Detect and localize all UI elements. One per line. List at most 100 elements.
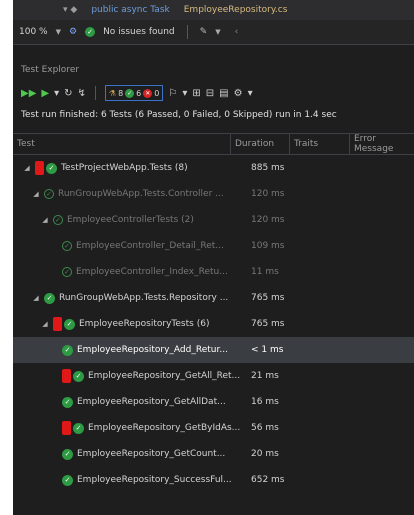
zoom-level[interactable]: 100 % — [19, 27, 48, 37]
left-margin — [0, 0, 13, 515]
test-name: EmployeeControllerTests (2) — [67, 215, 194, 225]
not-run-status-icon: ✓ — [62, 241, 72, 251]
test-tree-row-name: ◢ ✓ EmployeeRepositoryTests (6) — [13, 317, 209, 331]
test-tree-row[interactable]: ◢ ✓ EmployeeRepositoryTests (6) 765 ms — [13, 311, 414, 337]
test-tree-row[interactable]: ◢ ✓ EmployeeControllerTests (2) 120 ms — [13, 207, 414, 233]
test-tree-row-name: ◢ ✓ EmployeeControllerTests (2) — [13, 215, 194, 225]
passed-status-icon: ✓ — [62, 344, 73, 356]
not-run-status-icon: ✓ — [44, 189, 54, 199]
test-name: EmployeeRepository_GetAllDat... — [77, 397, 226, 407]
brush-dropdown-icon[interactable]: ▼ — [215, 28, 220, 36]
test-duration: 11 ms — [251, 267, 279, 277]
collapse-all-icon[interactable]: ⊟ — [206, 88, 214, 99]
total-tests-count[interactable]: 8 — [118, 89, 123, 98]
test-name: EmployeeController_Index_Retu... — [76, 267, 228, 277]
test-table-header: Test Duration Traits Error Message — [13, 133, 414, 155]
expand-arrow-icon[interactable]: ◢ — [41, 216, 49, 224]
test-explorer-toolbar: ▶▶ ▶ ▾ ↻ ↯ ⚗ 8 ✓ 6 ✕ 0 ⚐ ▾ ⊞ ⊟ ▤ ⚙ ▾ — [13, 81, 414, 105]
test-tree-row[interactable]: ◢ ✓ TestProjectWebApp.Tests (8) 885 ms — [13, 155, 414, 181]
scroll-left-icon[interactable]: ‹ — [235, 27, 239, 37]
settings-icon[interactable]: ⚙ — [234, 88, 243, 99]
expand-arrow-icon[interactable]: ◢ — [32, 294, 40, 302]
not-run-status-icon: ✓ — [53, 215, 63, 225]
no-issues-icon[interactable]: ✓ — [85, 27, 96, 37]
test-duration: 765 ms — [251, 293, 285, 303]
test-tree-row-name: ✓ EmployeeRepository_GetAllDat... — [13, 396, 226, 408]
test-explorer-title: Test Explorer — [21, 65, 80, 75]
expand-arrow-icon[interactable]: ◢ — [41, 320, 49, 328]
test-name: EmployeeController_Detail_Ret... — [76, 241, 224, 251]
divider — [94, 86, 96, 100]
expand-arrow-icon[interactable]: ◢ — [32, 190, 40, 198]
test-duration: 21 ms — [251, 371, 279, 381]
test-tree-row-name: ✓ EmployeeRepository_SuccessFul... — [13, 474, 232, 486]
test-tree-row[interactable]: ✓ EmployeeRepository_GetAll_Ret... 21 ms — [13, 363, 414, 389]
test-tree-row[interactable]: ✓ EmployeeController_Detail_Ret... 109 ms — [13, 233, 414, 259]
red-annotation-mark — [53, 317, 62, 331]
zoom-dropdown-icon[interactable]: ▼ — [56, 28, 61, 36]
total-tests-icon[interactable]: ⚗ — [109, 89, 116, 98]
passed-status-icon: ✓ — [62, 396, 73, 408]
test-duration: 652 ms — [251, 475, 285, 485]
test-tree-row[interactable]: ✓ EmployeeRepository_GetAllDat... 16 ms — [13, 389, 414, 415]
debug-icon[interactable]: ↯ — [78, 88, 86, 99]
passed-status-icon: ✓ — [73, 370, 84, 382]
divider — [186, 25, 188, 39]
run-dropdown-icon[interactable]: ▾ — [54, 88, 59, 99]
overflow-icon[interactable]: ▾ ◆ — [63, 5, 77, 15]
column-header-error-message[interactable]: Error Message — [350, 134, 414, 154]
test-tree-row[interactable]: ◢ ✓ RunGroupWebApp.Tests.Repository ... 765… — [13, 285, 414, 311]
test-tree-row[interactable]: ✓ EmployeeController_Index_Retu... 11 ms — [13, 259, 414, 285]
test-tree-row[interactable]: ✓ EmployeeRepository_Add_Retur... < 1 ms — [13, 337, 414, 363]
column-header-test[interactable]: Test — [13, 134, 231, 154]
test-name: EmployeeRepository_Add_Retur... — [77, 345, 228, 355]
test-duration: 120 ms — [251, 215, 285, 225]
passed-status-icon: ✓ — [62, 448, 73, 460]
test-tree-row[interactable]: ◢ ✓ RunGroupWebApp.Tests.Controller ... 120… — [13, 181, 414, 207]
passed-tests-count[interactable]: 6 — [136, 89, 141, 98]
test-tree-row-name: ✓ EmployeeController_Detail_Ret... — [13, 241, 224, 251]
group-by-icon[interactable]: ▾ — [182, 88, 187, 99]
repeat-run-icon[interactable]: ↻ — [64, 88, 72, 99]
passed-tests-icon[interactable]: ✓ — [125, 88, 135, 98]
test-duration: 765 ms — [251, 319, 285, 329]
test-name: EmployeeRepositoryTests (6) — [79, 319, 210, 329]
test-duration: 20 ms — [251, 449, 279, 459]
run-icon[interactable]: ▶ — [41, 88, 49, 99]
test-duration: 16 ms — [251, 397, 279, 407]
run-all-icon[interactable]: ▶▶ — [21, 88, 36, 99]
test-tree-row-name: ◢ ✓ RunGroupWebApp.Tests.Controller ... — [13, 189, 224, 199]
failed-tests-icon[interactable]: ✕ — [143, 88, 153, 98]
test-name: EmployeeRepository_SuccessFul... — [77, 475, 232, 485]
brush-icon[interactable]: ✎ — [200, 27, 208, 37]
test-tree-row[interactable]: ✓ EmployeeRepository_SuccessFul... 652 ms — [13, 467, 414, 493]
code-fragment: public async Task — [91, 5, 170, 15]
columns-icon[interactable]: ▤ — [219, 88, 228, 99]
test-run-summary: Test run finished: 6 Tests (6 Passed, 0 … — [21, 110, 337, 120]
test-tree-row-name: ✓ EmployeeRepository_GetCount... — [13, 448, 226, 460]
red-annotation-mark — [62, 369, 71, 383]
intellicode-icon[interactable]: ⚙ — [69, 27, 77, 37]
issues-status-text[interactable]: No issues found — [103, 27, 175, 37]
expand-all-icon[interactable]: ⊞ — [192, 88, 200, 99]
test-duration: 56 ms — [251, 423, 279, 433]
expand-arrow-icon[interactable]: ◢ — [23, 164, 31, 172]
test-name: RunGroupWebApp.Tests.Controller ... — [58, 189, 224, 199]
settings-dropdown-icon[interactable]: ▾ — [248, 88, 253, 99]
test-name: EmployeeRepository_GetCount... — [77, 449, 226, 459]
editor-file-name[interactable]: EmployeeRepository.cs — [184, 5, 288, 15]
test-name: TestProjectWebApp.Tests (8) — [61, 163, 188, 173]
passed-status-icon: ✓ — [62, 474, 73, 486]
filter-badges: ⚗ 8 ✓ 6 ✕ 0 — [104, 85, 164, 101]
passed-status-icon: ✓ — [64, 318, 75, 330]
test-name: EmployeeRepository_GetByIdAs... — [88, 423, 241, 433]
test-tree-row[interactable]: ✓ EmployeeRepository_GetCount... 20 ms — [13, 441, 414, 467]
red-annotation-mark — [35, 161, 44, 175]
playlist-icon[interactable]: ⚐ — [168, 88, 177, 99]
column-header-traits[interactable]: Traits — [290, 134, 350, 154]
test-tree-row[interactable]: ✓ EmployeeRepository_GetByIdAs... 56 ms — [13, 415, 414, 441]
test-tree-row-name: ◢ ✓ RunGroupWebApp.Tests.Repository ... — [13, 292, 228, 304]
editor-status-bar: 100 % ▼ ⚙ ✓ No issues found ✎ ▼ ‹ — [13, 20, 414, 45]
column-header-duration[interactable]: Duration — [231, 134, 290, 154]
failed-tests-count[interactable]: 0 — [154, 89, 159, 98]
